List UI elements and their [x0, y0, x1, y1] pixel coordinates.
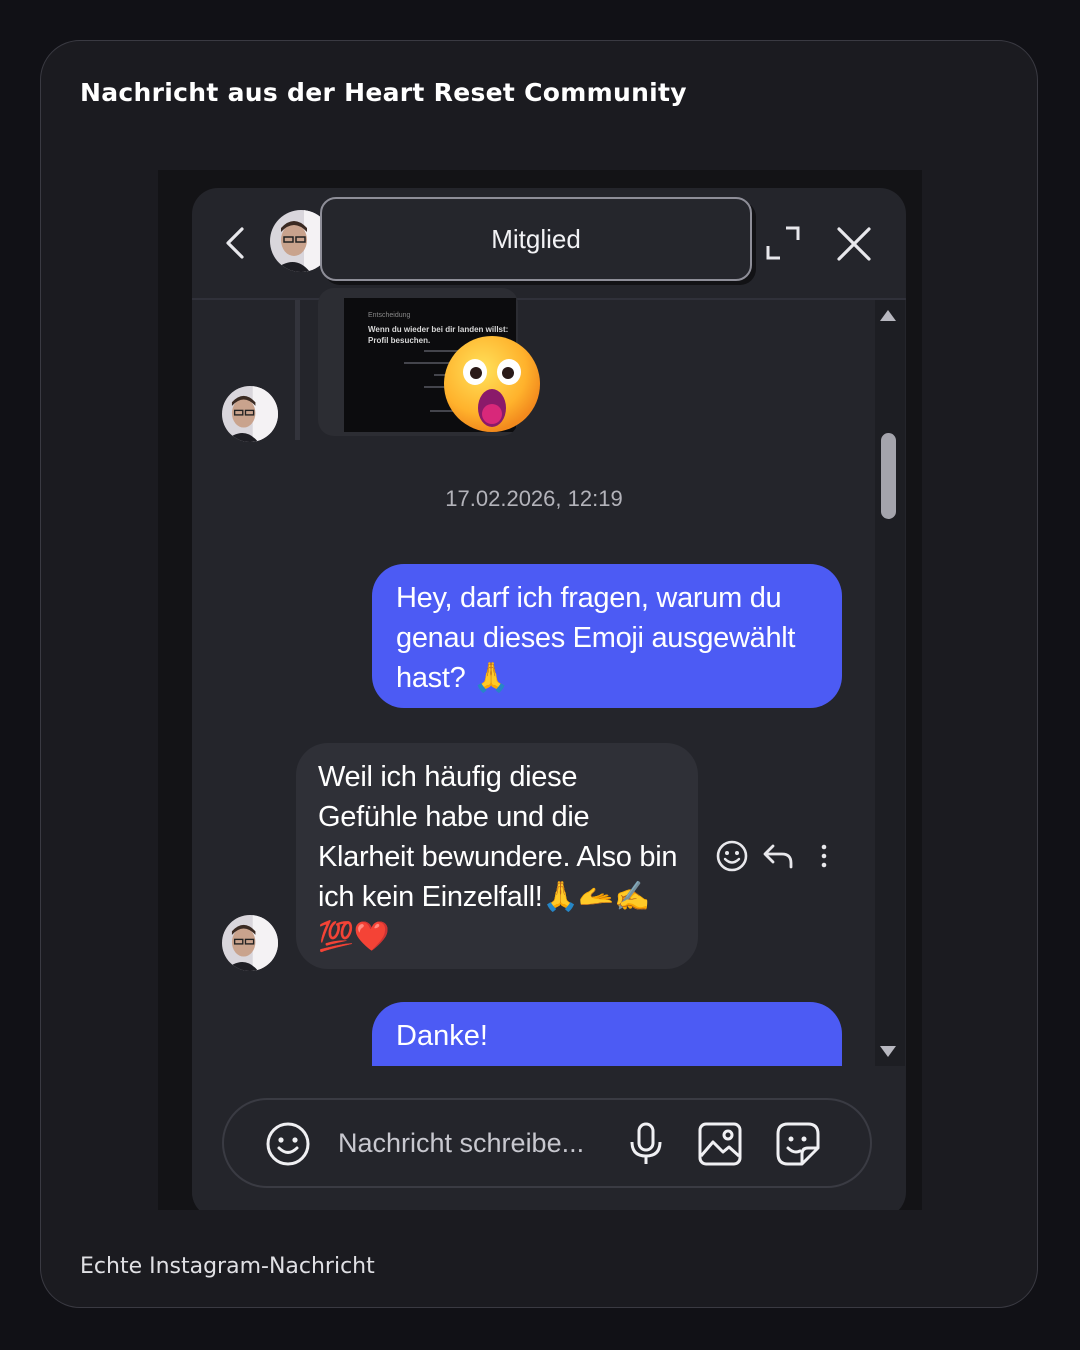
- reply-indicator: [295, 300, 300, 440]
- message-timestamp: 17.02.2026, 12:19: [445, 486, 623, 511]
- scroll-up-arrow-icon[interactable]: [880, 310, 896, 321]
- smiley-icon[interactable]: [714, 838, 750, 874]
- scrollbar[interactable]: [875, 300, 905, 1066]
- expand-icon[interactable]: [764, 224, 802, 262]
- message-composer: Nachricht schreibe...: [222, 1098, 872, 1188]
- smiley-icon[interactable]: [264, 1120, 312, 1168]
- chat-panel: Mitglied Entscheidung Wenn du wieder bei…: [192, 188, 906, 1210]
- screenshot-frame: Mitglied Entscheidung Wenn du wieder bei…: [158, 170, 922, 1210]
- sticker-icon[interactable]: [774, 1120, 822, 1168]
- chevron-left-icon[interactable]: [222, 226, 250, 260]
- close-icon[interactable]: [834, 224, 874, 264]
- contact-name: Mitglied: [320, 197, 752, 281]
- avatar[interactable]: [222, 386, 278, 442]
- more-vertical-icon[interactable]: [806, 838, 842, 874]
- shared-post-small-text: Entscheidung: [368, 312, 411, 319]
- scrollbar-thumb[interactable]: [881, 433, 896, 519]
- card-caption: Echte Instagram-Nachricht: [80, 1254, 375, 1279]
- scroll-down-arrow-icon[interactable]: [880, 1046, 896, 1057]
- image-icon[interactable]: [696, 1120, 744, 1168]
- outgoing-message[interactable]: Hey, darf ich fragen, warum du genau die…: [372, 564, 842, 708]
- microphone-icon[interactable]: [622, 1120, 670, 1168]
- reply-icon[interactable]: [760, 838, 796, 874]
- astonished-emoji-icon: [442, 334, 542, 434]
- avatar[interactable]: [222, 915, 278, 971]
- incoming-message[interactable]: Weil ich häufig diese Gefühle habe und d…: [296, 743, 698, 969]
- card-title: Nachricht aus der Heart Reset Community: [80, 78, 687, 107]
- message-input[interactable]: Nachricht schreibe...: [338, 1128, 584, 1159]
